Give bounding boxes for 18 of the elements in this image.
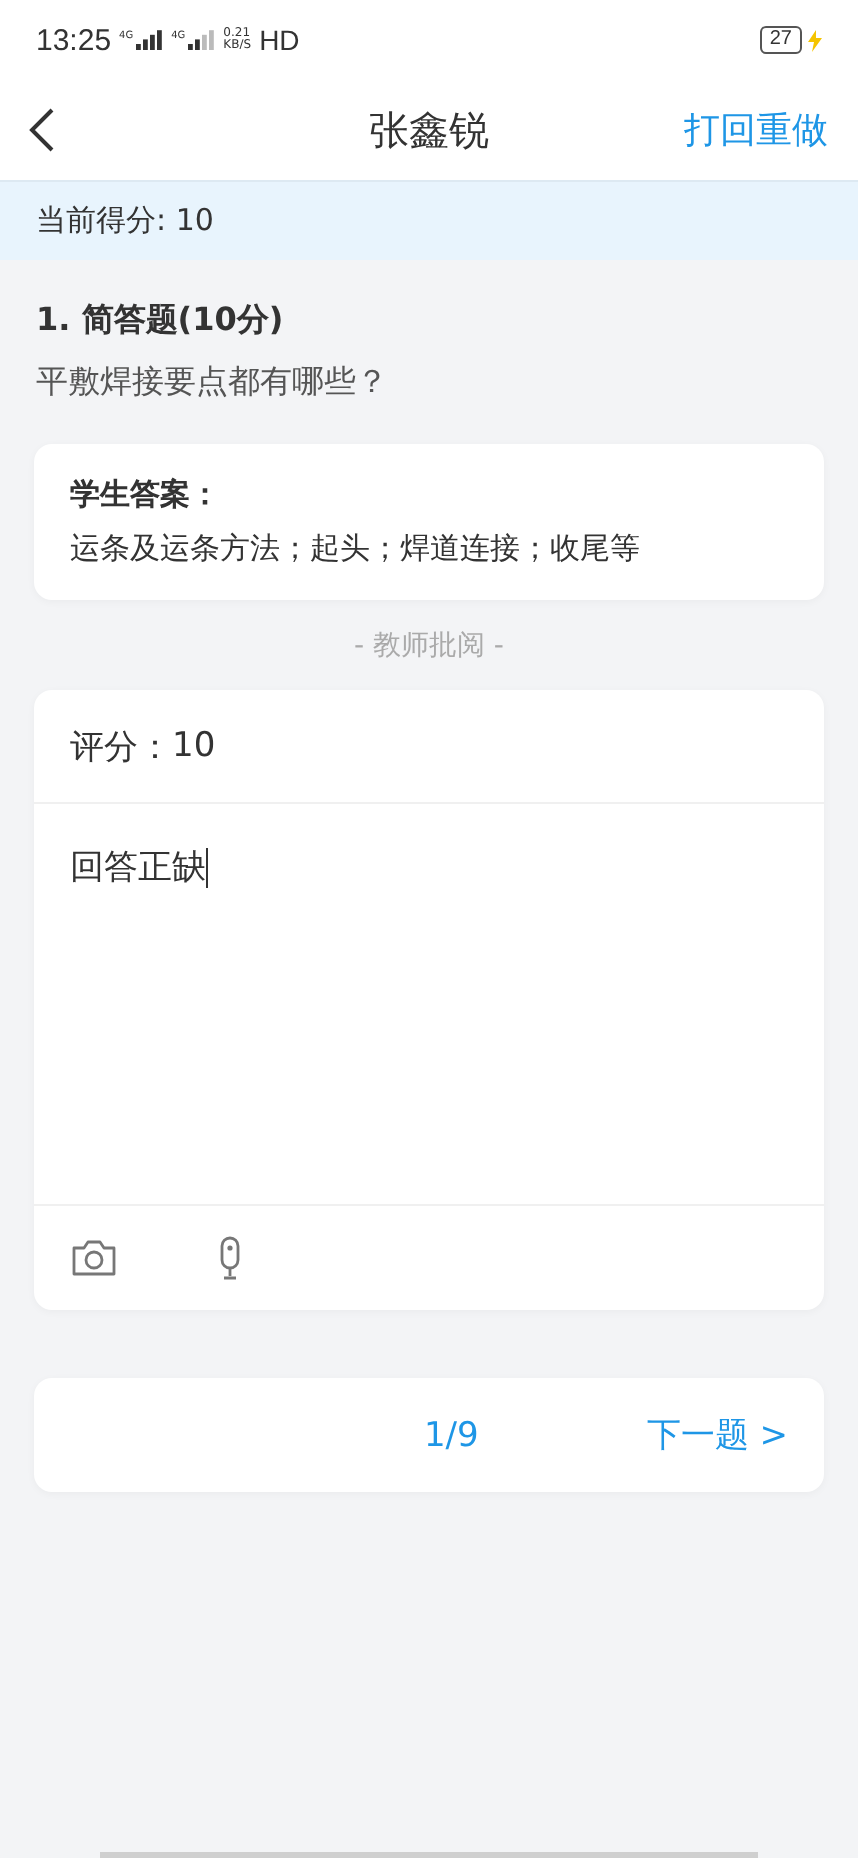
signal-icon bbox=[187, 30, 216, 50]
score-value[interactable]: 10 bbox=[172, 726, 216, 766]
page-title: 张鑫锐 bbox=[367, 103, 491, 157]
page-position: 1/9 bbox=[423, 1415, 479, 1455]
hd-label: HD bbox=[259, 24, 300, 56]
score-banner: 当前得分: 10 bbox=[0, 180, 858, 260]
comment-field[interactable]: 回答正缺 bbox=[34, 804, 824, 1204]
battery-icon: 27 bbox=[759, 26, 802, 54]
score-label: 评分： bbox=[70, 725, 172, 769]
camera-icon[interactable] bbox=[70, 1238, 118, 1278]
signal-icon bbox=[135, 30, 164, 50]
back-icon[interactable] bbox=[28, 108, 56, 152]
answer-label: 学生答案： bbox=[70, 476, 222, 514]
question-title: 1. 简答题(10分) bbox=[36, 300, 286, 342]
question-text: 平敷焊接要点都有哪些？ bbox=[36, 362, 390, 404]
review-divider: - 教师批阅 - bbox=[351, 628, 506, 664]
status-time: 13:25 bbox=[36, 23, 112, 57]
answer-text: 运条及运条方法；起头；焊道连接；收尾等 bbox=[70, 530, 642, 568]
